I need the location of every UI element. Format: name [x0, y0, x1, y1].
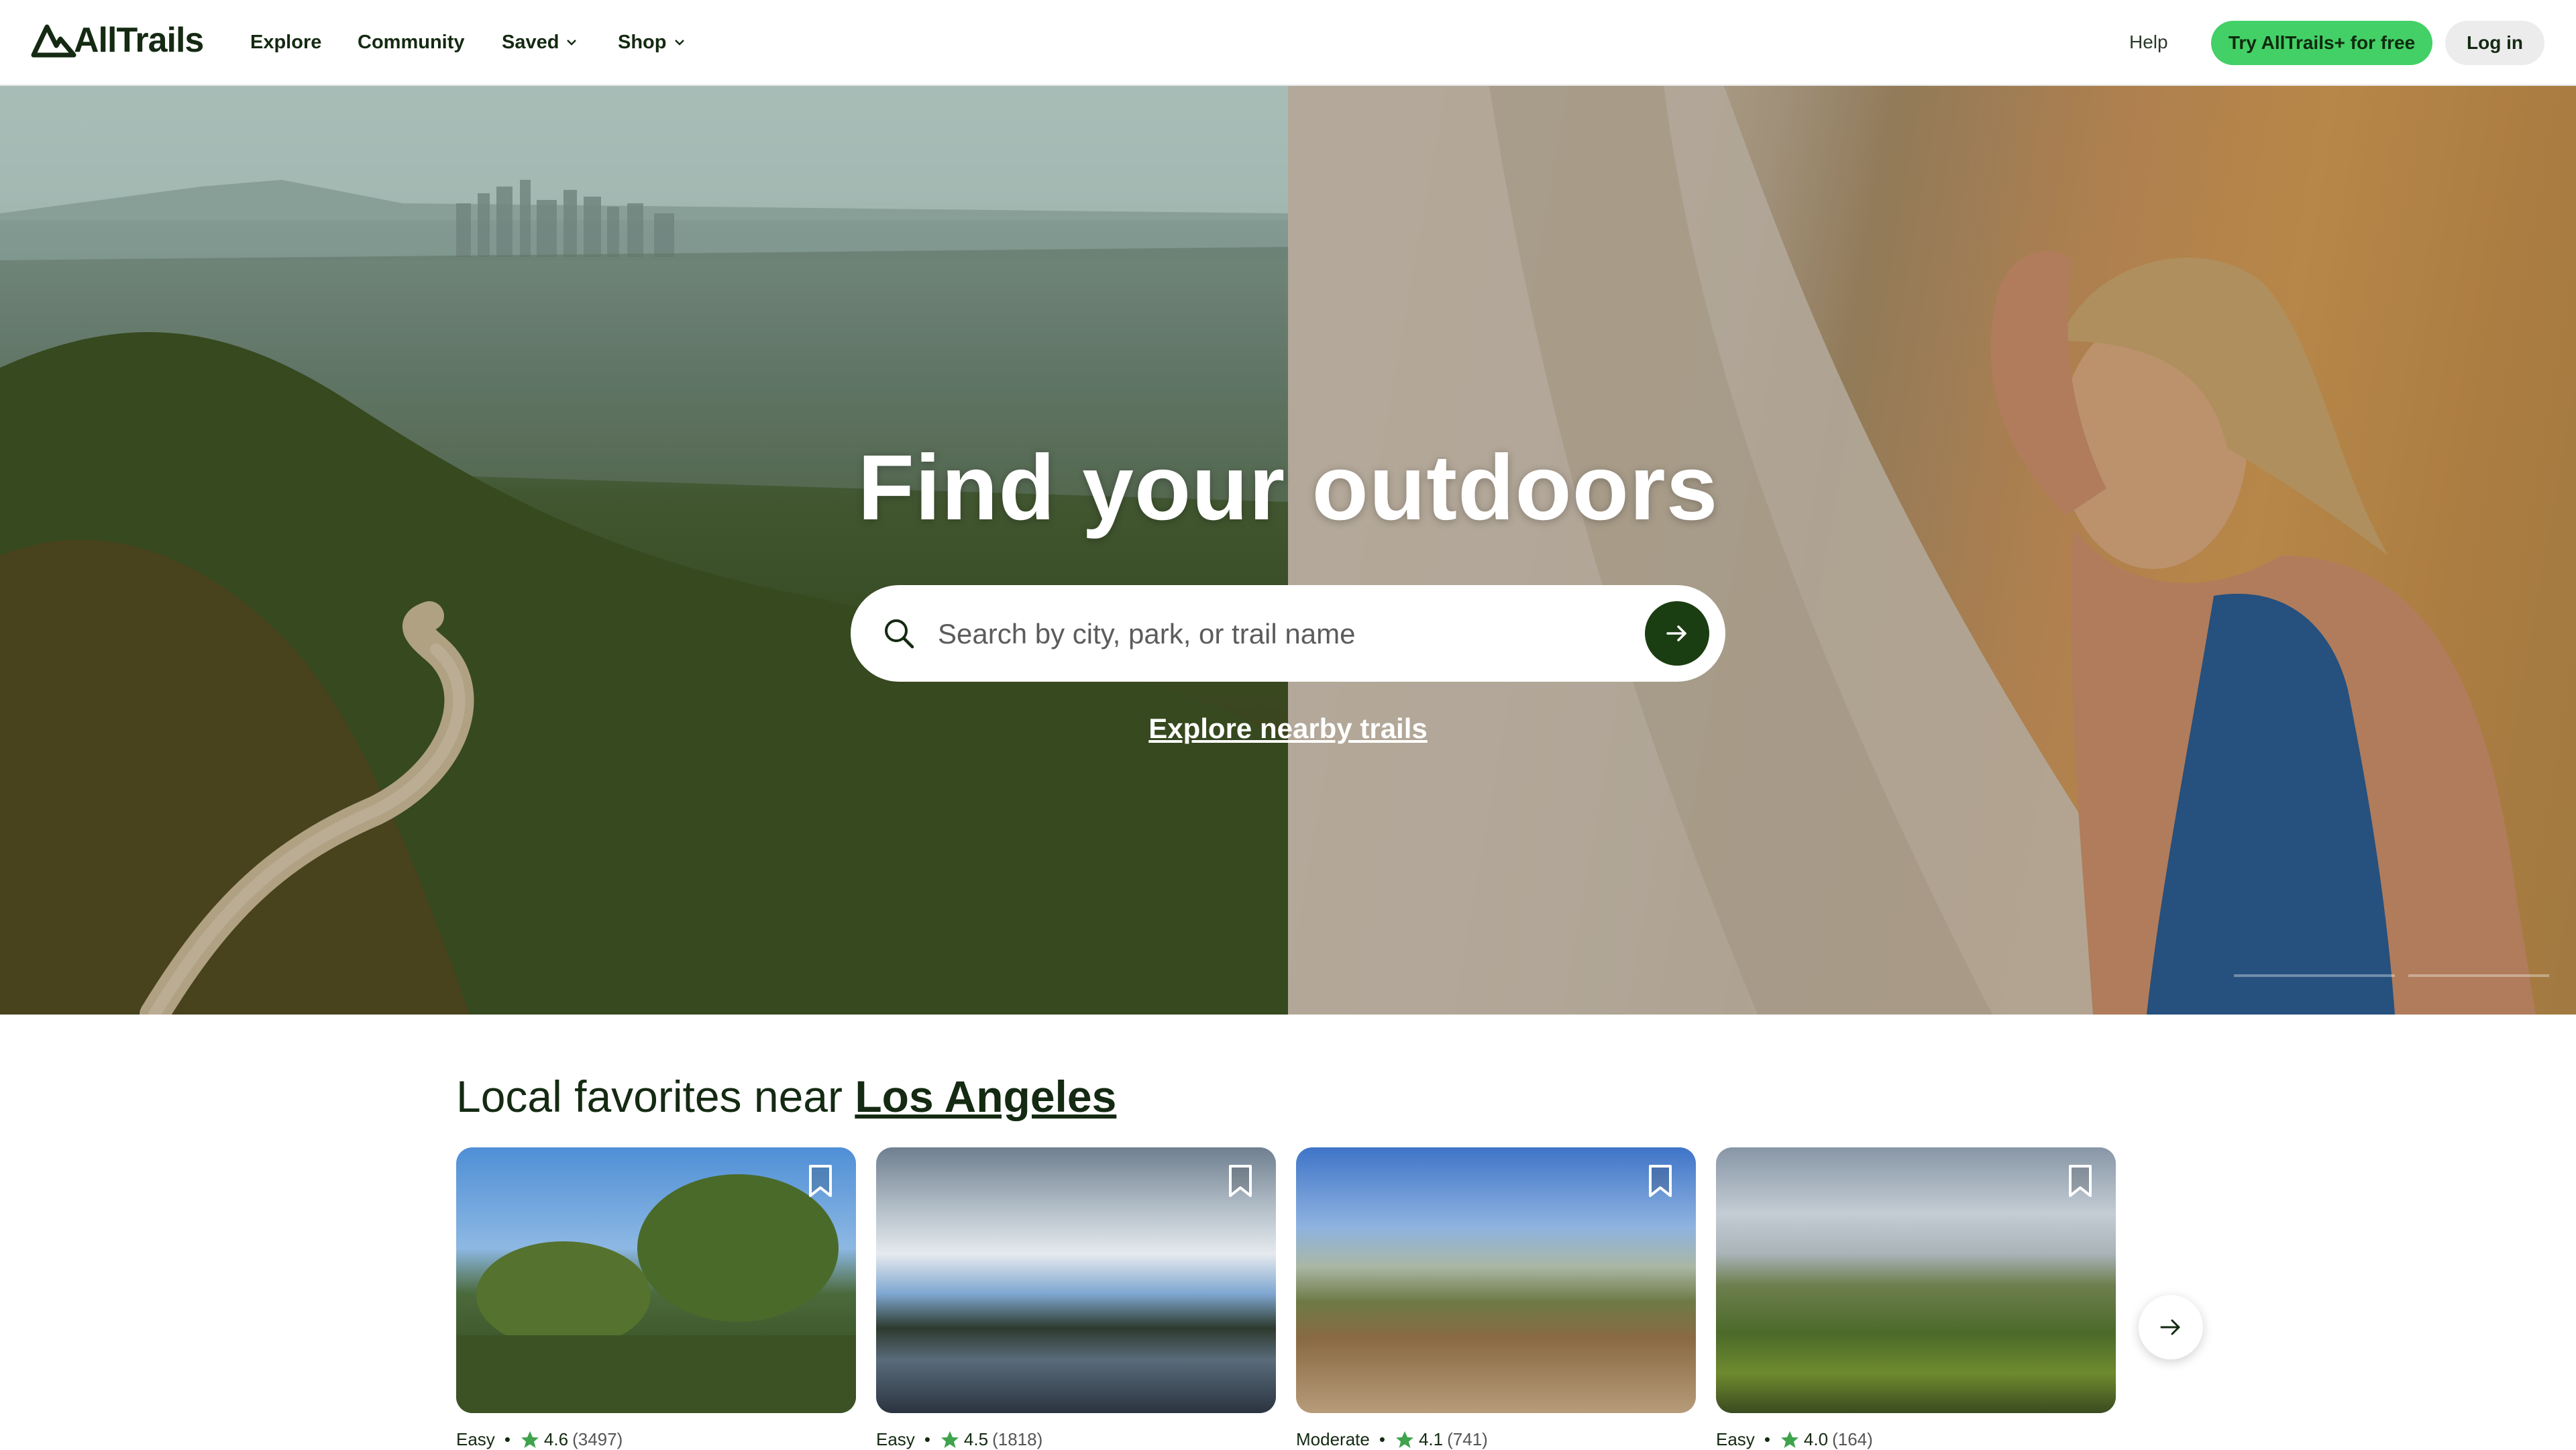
star-icon: [1395, 1431, 1413, 1448]
nav-explore[interactable]: Explore: [250, 0, 321, 85]
bookmark-icon[interactable]: [1225, 1163, 1256, 1198]
trail-card[interactable]: Moderate • 4.1 (741): [1296, 1147, 1696, 1450]
try-alltrails-plus-button[interactable]: Try AllTrails+ for free: [2211, 21, 2432, 65]
carousel-progress-bar: [2408, 974, 2549, 977]
arrow-right-icon: [1666, 625, 1686, 641]
star-icon: [941, 1431, 959, 1448]
separator-dot: •: [924, 1429, 930, 1449]
rating-value: 4.0: [1803, 1429, 1829, 1449]
alltrails-logo[interactable]: AllTrails: [31, 20, 204, 60]
bookmark-icon[interactable]: [2065, 1163, 2096, 1198]
bookmark-icon[interactable]: [805, 1163, 836, 1198]
explore-nearby-trails-link[interactable]: Explore nearby trails: [0, 713, 2576, 745]
review-count: (164): [1832, 1429, 1873, 1449]
top-navigation-bar: AllTrails Explore Community Saved Shop H…: [0, 0, 2576, 86]
nav-saved[interactable]: Saved: [502, 0, 579, 85]
difficulty-label: Easy: [876, 1429, 915, 1449]
difficulty-label: Moderate: [1296, 1429, 1370, 1449]
trail-card[interactable]: Easy • 4.0 (164): [1716, 1147, 2116, 1450]
chevron-down-icon: [567, 40, 577, 46]
review-count: (741): [1447, 1429, 1488, 1449]
separator-dot: •: [504, 1429, 511, 1449]
nav-community[interactable]: Community: [358, 0, 465, 85]
nav-community-label: Community: [358, 31, 465, 53]
search-bar: [851, 585, 1725, 682]
section-title: Local favorites near Los Angeles: [456, 1071, 1116, 1122]
difficulty-label: Easy: [456, 1429, 495, 1449]
rating-value: 4.5: [963, 1429, 989, 1449]
hero-overlay: [0, 86, 2576, 1015]
trail-card-image: [1296, 1147, 1696, 1413]
trail-card-image: [1716, 1147, 2116, 1413]
carousel-progress-bar: [2234, 974, 2395, 977]
nav-saved-label: Saved: [502, 31, 559, 53]
section-title-prefix: Local favorites near: [456, 1072, 855, 1121]
bookmark-icon[interactable]: [1645, 1163, 1676, 1198]
help-link[interactable]: Help: [2129, 0, 2168, 85]
review-count: (1818): [992, 1429, 1043, 1449]
nav-shop-label: Shop: [618, 31, 667, 53]
hero-title: Find your outdoors: [857, 436, 1719, 539]
rating-value: 4.1: [1418, 1429, 1444, 1449]
trail-card-meta: Easy • 4.6 (3497): [456, 1429, 856, 1450]
trail-card-meta: Easy • 4.0 (164): [1716, 1429, 2116, 1450]
search-submit-button[interactable]: [1645, 601, 1709, 666]
nav-shop[interactable]: Shop: [618, 0, 687, 85]
logo-text: AllTrails: [74, 21, 204, 60]
star-icon: [1780, 1431, 1799, 1448]
trail-photo-trees: [456, 1174, 856, 1413]
trail-card[interactable]: Easy • 4.5 (1818): [876, 1147, 1276, 1450]
login-button[interactable]: Log in: [2445, 21, 2544, 65]
trail-card-meta: Moderate • 4.1 (741): [1296, 1429, 1696, 1450]
trail-card-meta: Easy • 4.5 (1818): [876, 1429, 1276, 1450]
location-link[interactable]: Los Angeles: [855, 1072, 1116, 1121]
trail-card-image: [876, 1147, 1276, 1413]
rating-value: 4.6: [543, 1429, 569, 1449]
search-input[interactable]: [936, 607, 1610, 662]
nav-explore-label: Explore: [250, 31, 322, 53]
trail-card[interactable]: Easy • 4.6 (3497): [456, 1147, 856, 1450]
star-icon: [521, 1431, 539, 1448]
trail-card-image: [456, 1147, 856, 1413]
hero-banner: Find your outdoors Explore nearby trails: [0, 86, 2576, 1015]
carousel-next-button[interactable]: [2139, 1295, 2203, 1359]
arrow-right-icon: [2160, 1319, 2180, 1335]
search-icon: [885, 619, 914, 649]
mountain-logo-icon: [31, 24, 76, 58]
chevron-down-icon: [674, 40, 684, 46]
difficulty-label: Easy: [1716, 1429, 1755, 1449]
separator-dot: •: [1764, 1429, 1770, 1449]
separator-dot: •: [1379, 1429, 1385, 1449]
review-count: (3497): [572, 1429, 623, 1449]
